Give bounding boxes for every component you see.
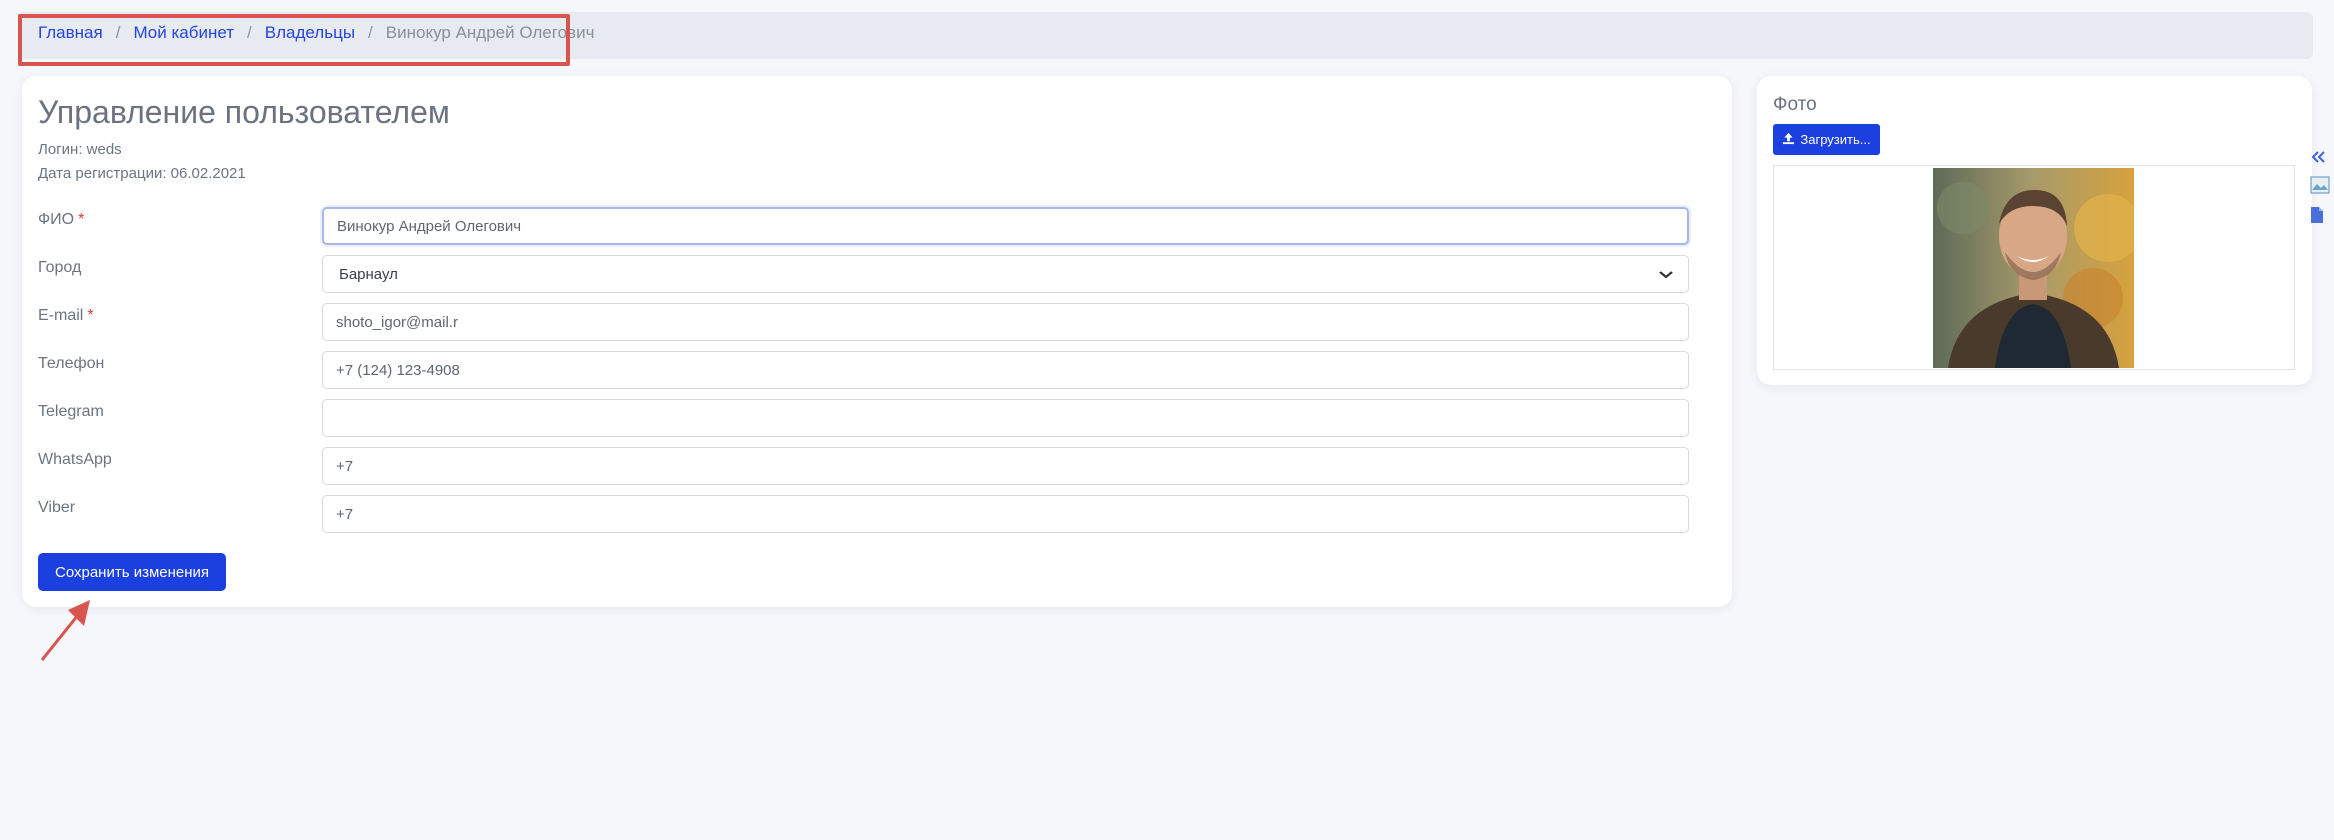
viber-input[interactable] <box>322 495 1689 533</box>
phone-input[interactable] <box>322 351 1689 389</box>
email-label-text: E-mail <box>38 307 84 324</box>
document-icon[interactable] <box>2310 206 2324 229</box>
telegram-input[interactable] <box>322 399 1689 437</box>
telegram-label: Telegram <box>38 403 104 420</box>
fio-label: ФИО * <box>38 211 84 229</box>
fio-label-text: ФИО <box>38 211 75 228</box>
city-select-value: Барнаул <box>339 265 398 283</box>
annotation-arrow <box>40 600 90 661</box>
chevron-down-icon <box>1659 266 1673 282</box>
image-icon[interactable] <box>2310 175 2330 200</box>
double-chevron-left-icon[interactable] <box>2310 150 2326 169</box>
email-label: E-mail * <box>38 307 94 325</box>
upload-button[interactable]: Загрузить... <box>1773 124 1880 155</box>
upload-icon <box>1782 132 1795 148</box>
required-marker: * <box>87 307 94 324</box>
email-input[interactable] <box>322 303 1689 341</box>
required-marker: * <box>78 211 85 228</box>
whatsapp-input[interactable] <box>322 447 1689 485</box>
user-photo <box>1933 168 2134 368</box>
login-text: Логин: weds <box>38 141 122 158</box>
whatsapp-label: WhatsApp <box>38 451 112 468</box>
phone-label: Телефон <box>38 355 105 372</box>
page-title: Управление пользователем <box>38 94 450 130</box>
viber-label: Viber <box>38 499 76 516</box>
breadcrumb-highlight-box <box>18 14 570 66</box>
upload-button-label: Загрузить... <box>1800 132 1871 147</box>
city-label: Город <box>38 259 82 276</box>
fio-input[interactable] <box>322 207 1689 245</box>
photo-title: Фото <box>1773 94 1817 115</box>
registration-date-text: Дата регистрации: 06.02.2021 <box>38 165 246 182</box>
save-button[interactable]: Сохранить изменения <box>38 553 226 591</box>
city-select[interactable]: Барнаул <box>322 255 1689 293</box>
